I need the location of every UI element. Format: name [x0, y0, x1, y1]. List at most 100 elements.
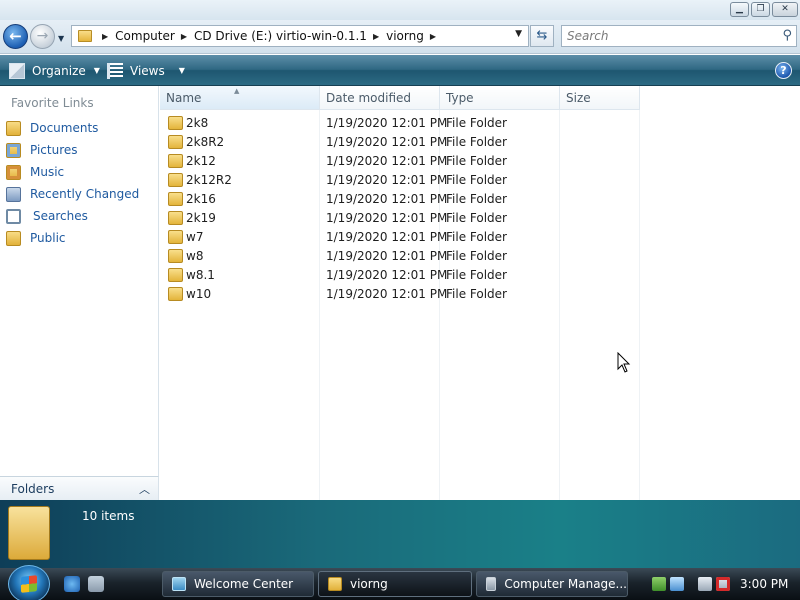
- folder-icon: [168, 192, 183, 206]
- organize-label: Organize: [32, 63, 86, 78]
- network-icon[interactable]: [670, 577, 684, 591]
- favorite-link-music[interactable]: Music: [6, 163, 64, 181]
- cell-name: w7: [186, 230, 204, 244]
- table-row[interactable]: w10 1/19/2020 12:01 PM File Folder: [160, 285, 640, 304]
- cell-date-modified: 1/19/2020 12:01 PM: [326, 116, 448, 130]
- back-button[interactable]: ←: [3, 24, 28, 49]
- command-bar: Organize ▼ Views ▼ ?: [0, 55, 800, 86]
- cell-date-modified: 1/19/2020 12:01 PM: [326, 287, 448, 301]
- favorite-link-documents[interactable]: Documents: [6, 119, 98, 137]
- breadcrumb-viorng[interactable]: viorng: [386, 29, 424, 43]
- favorite-links-heading: Favorite Links: [11, 96, 94, 110]
- organize-button[interactable]: Organize ▼: [9, 55, 100, 86]
- favorite-link-label: Music: [30, 165, 65, 179]
- close-button[interactable]: ✕: [772, 2, 798, 17]
- table-row[interactable]: 2k19 1/19/2020 12:01 PM File Folder: [160, 209, 640, 228]
- favorite-link-searches[interactable]: Searches: [6, 207, 88, 225]
- column-header-date-modified[interactable]: Date modified: [320, 86, 440, 110]
- table-row[interactable]: w7 1/19/2020 12:01 PM File Folder: [160, 228, 640, 247]
- favorite-link-label: Pictures: [30, 143, 78, 157]
- cell-name: w8: [186, 249, 204, 263]
- table-row[interactable]: 2k12R2 1/19/2020 12:01 PM File Folder: [160, 171, 640, 190]
- table-row[interactable]: 2k16 1/19/2020 12:01 PM File Folder: [160, 190, 640, 209]
- cell-type: File Folder: [446, 154, 507, 168]
- folders-toggle[interactable]: Folders ︿: [0, 476, 159, 500]
- taskbar-button-welcome-center[interactable]: Welcome Center: [162, 571, 314, 597]
- cell-name: 2k8R2: [186, 135, 225, 149]
- breadcrumb-computer[interactable]: Computer: [115, 29, 175, 43]
- minimize-button[interactable]: ▁: [730, 2, 749, 17]
- breadcrumb-separator-icon[interactable]: ▶: [373, 32, 379, 41]
- favorite-link-label: Documents: [30, 121, 99, 135]
- folder-icon: [168, 154, 183, 168]
- table-row[interactable]: w8 1/19/2020 12:01 PM File Folder: [160, 247, 640, 266]
- search-box[interactable]: ⚲: [561, 25, 797, 47]
- views-button[interactable]: Views ▼: [107, 55, 185, 86]
- security-center-icon[interactable]: [652, 577, 666, 591]
- table-row[interactable]: 2k12 1/19/2020 12:01 PM File Folder: [160, 152, 640, 171]
- search-icon[interactable]: ⚲: [782, 28, 792, 43]
- breadcrumb-separator-icon[interactable]: ▶: [102, 32, 108, 41]
- cell-type: File Folder: [446, 230, 507, 244]
- column-header-name[interactable]: ▲ Name: [160, 86, 320, 110]
- switch-windows-icon[interactable]: [88, 576, 104, 592]
- column-header-label: Size: [566, 91, 591, 105]
- cell-type: File Folder: [446, 116, 507, 130]
- title-bar: ▁ ❐ ✕: [0, 0, 800, 20]
- cell-name: 2k8: [186, 116, 209, 130]
- computer-management-icon: [486, 577, 497, 591]
- cell-name: 2k12: [186, 154, 216, 168]
- folder-icon: [78, 30, 92, 42]
- column-header-type[interactable]: Type: [440, 86, 560, 110]
- favorite-link-label: Searches: [33, 209, 88, 223]
- breadcrumb-cd-drive[interactable]: CD Drive (E:) virtio-win-0.1.1: [194, 29, 367, 43]
- favorite-link-pictures[interactable]: Pictures: [6, 141, 78, 159]
- music-folder-icon: [6, 164, 21, 180]
- pictures-folder-icon: [6, 142, 21, 158]
- column-header-size[interactable]: Size: [560, 86, 640, 110]
- clock[interactable]: 3:00 PM: [740, 577, 788, 591]
- table-row[interactable]: w8.1 1/19/2020 12:01 PM File Folder: [160, 266, 640, 285]
- table-row[interactable]: 2k8R2 1/19/2020 12:01 PM File Folder: [160, 133, 640, 152]
- recently-changed-icon: [6, 186, 21, 202]
- cell-type: File Folder: [446, 287, 507, 301]
- internet-explorer-icon[interactable]: [64, 576, 80, 592]
- folder-icon: [168, 135, 183, 149]
- refresh-button[interactable]: ⇆: [530, 25, 554, 47]
- recent-pages-dropdown[interactable]: ▼: [58, 34, 64, 43]
- public-folder-icon: [6, 230, 21, 246]
- window-controls: ▁ ❐ ✕: [730, 2, 798, 17]
- cell-date-modified: 1/19/2020 12:01 PM: [326, 249, 448, 263]
- views-label: Views: [130, 63, 165, 78]
- address-bar[interactable]: ▶ Computer ▶ CD Drive (E:) virtio-win-0.…: [71, 25, 529, 47]
- mouse-cursor-icon: [617, 352, 631, 373]
- sort-ascending-icon: ▲: [234, 87, 240, 95]
- breadcrumb-separator-icon[interactable]: ▶: [430, 32, 436, 41]
- folder-icon: [328, 577, 342, 591]
- column-header-label: Type: [446, 91, 474, 105]
- breadcrumb-separator-icon[interactable]: ▶: [181, 32, 187, 41]
- folder-icon: [168, 268, 183, 282]
- volume-muted-icon[interactable]: [716, 577, 730, 591]
- taskbar-button-viorng[interactable]: viorng: [318, 571, 472, 597]
- cell-date-modified: 1/19/2020 12:01 PM: [326, 268, 448, 282]
- favorite-link-recently-changed[interactable]: Recently Changed: [6, 185, 139, 203]
- taskbar-button-computer-management[interactable]: Computer Manage...: [476, 571, 628, 597]
- help-button[interactable]: ?: [775, 62, 792, 79]
- windows-logo-icon: [21, 575, 37, 593]
- cell-date-modified: 1/19/2020 12:01 PM: [326, 230, 448, 244]
- search-input[interactable]: [567, 26, 767, 46]
- favorite-link-label: Public: [30, 231, 66, 245]
- forward-button[interactable]: →: [30, 24, 55, 49]
- cell-name: w10: [186, 287, 212, 301]
- folder-icon: [168, 249, 183, 263]
- cell-type: File Folder: [446, 211, 507, 225]
- table-row[interactable]: 2k8 1/19/2020 12:01 PM File Folder: [160, 114, 640, 133]
- maximize-button[interactable]: ❐: [751, 2, 770, 17]
- start-button[interactable]: [8, 565, 50, 600]
- address-dropdown-icon[interactable]: ▼: [515, 29, 522, 39]
- network-disconnected-icon[interactable]: [698, 577, 712, 591]
- chevron-down-icon: ▼: [93, 66, 100, 75]
- taskbar-button-label: Welcome Center: [194, 577, 294, 591]
- favorite-link-public[interactable]: Public: [6, 229, 66, 247]
